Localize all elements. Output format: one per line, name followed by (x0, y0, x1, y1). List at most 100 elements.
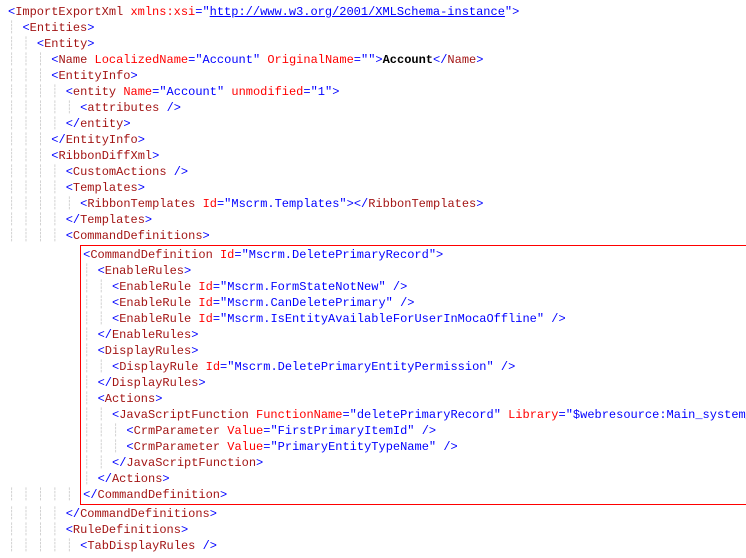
xml-attr-name: Value (227, 440, 263, 454)
xml-delim: < (98, 392, 105, 406)
code-line: ┊ </Actions> (83, 471, 746, 487)
indent-guides: ┊ ┊ ┊ (83, 424, 126, 438)
xml-tag: Entity (44, 37, 87, 51)
indent-guides: ┊ ┊ ┊ ┊ (8, 213, 66, 227)
code-line: ┊ ┊ <Entity> (8, 36, 738, 52)
xml-tag: JavaScriptFunction (126, 456, 256, 470)
xml-tag: entity (73, 85, 116, 99)
xml-delim: /> (174, 165, 188, 179)
xml-delim: =" (217, 197, 231, 211)
xml-delim: < (66, 165, 73, 179)
xml-delim: =" (559, 408, 573, 422)
xml-delim: > (203, 229, 210, 243)
code-line: ┊ ┊ ┊ ┊ <CommandDefinitions> (8, 228, 738, 244)
xml-tag: RuleDefinitions (73, 523, 181, 537)
xml-delim: </ (354, 197, 368, 211)
xml-delim: > (436, 248, 443, 262)
indent-guides: ┊ ┊ ┊ ┊ (8, 523, 66, 537)
xml-attr-name: Library (508, 408, 558, 422)
xml-delim: > (184, 264, 191, 278)
indent-guides: ┊ (83, 264, 97, 278)
xml-delim: =" (303, 85, 317, 99)
indent-guides: ┊ (83, 392, 97, 406)
xml-tag: Actions (112, 472, 162, 486)
xml-tag: EnableRules (105, 264, 184, 278)
xml-delim: =" (213, 312, 227, 326)
xml-delim: > (138, 133, 145, 147)
xml-tag: CrmParameter (134, 440, 220, 454)
xml-delim: > (210, 507, 217, 521)
code-line: ┊ ┊ ┊ ┊ ┊ <TabDisplayRules /> (8, 538, 738, 554)
xml-tag: RibbonTemplates (368, 197, 476, 211)
xml-tag: DisplayRules (112, 376, 198, 390)
code-line: ┊ ┊ </JavaScriptFunction> (83, 455, 746, 471)
xml-delim: </ (66, 117, 80, 131)
xml-attr-name: FunctionName (256, 408, 342, 422)
xml-plain (415, 424, 422, 438)
xml-delim: </ (98, 328, 112, 342)
xml-plain (159, 101, 166, 115)
xml-delim: < (66, 85, 73, 99)
xml-attr-value: Mscrm.FormStateNotNew (227, 280, 378, 294)
xml-tag: CommandDefinition (90, 248, 212, 262)
xml-plain (167, 165, 174, 179)
xml-delim: </ (83, 488, 97, 502)
xml-plain (501, 408, 508, 422)
xml-delim: < (66, 523, 73, 537)
code-line: ┊ <Entities> (8, 20, 738, 36)
xml-delim: < (66, 229, 73, 243)
xml-attr-value: Mscrm.DeletePrimaryRecord (249, 248, 429, 262)
xml-delim: > (181, 523, 188, 537)
xsi-namespace-link[interactable]: http://www.w3.org/2001/XMLSchema-instanc… (210, 5, 505, 19)
indent-guides: ┊ ┊ ┊ ┊ ┊ (8, 197, 80, 211)
xml-delim: > (347, 197, 354, 211)
xml-tag: EntityInfo (66, 133, 138, 147)
command-definition-highlight: <CommandDefinition Id="Mscrm.DeletePrima… (80, 245, 746, 505)
xml-delim: /> (203, 539, 217, 553)
xml-delim: < (22, 21, 29, 35)
code-line: ┊ ┊ <EnableRule Id="Mscrm.CanDeletePrima… (83, 295, 746, 311)
indent-guides: ┊ ┊ (83, 296, 112, 310)
xml-delim: </ (51, 133, 65, 147)
xml-delim: /> (551, 312, 565, 326)
code-line: ┊ ┊ <JavaScriptFunction FunctionName="de… (83, 407, 746, 423)
indent-guides: ┊ ┊ ┊ ┊ (8, 165, 66, 179)
code-line: ┊ ┊ ┊ ┊ <RuleDefinitions> (8, 522, 738, 538)
indent-guides: ┊ ┊ ┊ ┊ (8, 117, 66, 131)
xml-tag: CommandDefinition (98, 488, 220, 502)
xml-delim: " (537, 312, 544, 326)
code-line: ┊ ┊ <EnableRule Id="Mscrm.FormStateNotNe… (83, 279, 746, 295)
xml-tag: attributes (87, 101, 159, 115)
code-line: ┊ ┊ ┊ ┊ <Templates> (8, 180, 738, 196)
code-line: ┊ <DisplayRules> (83, 343, 746, 359)
xml-attr-name: Id (198, 312, 212, 326)
code-line: ┊ ┊ ┊ ┊ </CommandDefinitions> (8, 506, 738, 522)
xml-tag: Actions (105, 392, 155, 406)
xml-tag: EnableRule (119, 312, 191, 326)
xml-delim: /> (400, 296, 414, 310)
indent-guides: ┊ ┊ ┊ (8, 69, 51, 83)
xml-delim: =" (342, 408, 356, 422)
xml-delim: =" (213, 280, 227, 294)
code-line: ┊ ┊ <DisplayRule Id="Mscrm.DeletePrimary… (83, 359, 746, 375)
xml-delim: =" (213, 296, 227, 310)
xml-delim: =" (263, 440, 277, 454)
xml-tag: Templates (73, 181, 138, 195)
xml-tag: EnableRules (112, 328, 191, 342)
indent-guides: ┊ ┊ ┊ ┊ (8, 85, 66, 99)
xml-tag: Entities (30, 21, 88, 35)
xml-delim: > (152, 149, 159, 163)
xml-delim: < (98, 344, 105, 358)
xml-delim: /> (443, 440, 457, 454)
xml-delim: > (198, 376, 205, 390)
code-line: ┊ <EnableRules> (83, 263, 746, 279)
xml-plain (87, 53, 94, 67)
xml-delim: > (191, 328, 198, 342)
xml-plain (494, 360, 501, 374)
xml-delim: " (429, 248, 436, 262)
xml-delim: < (80, 539, 87, 553)
xml-attr-value: Account (203, 53, 253, 67)
indent-guides: ┊ ┊ ┊ ┊ ┊ (8, 488, 80, 502)
indent-guides: ┊ ┊ ┊ ┊ ┊ (8, 101, 80, 115)
xml-attr-name: xmlns:xsi (130, 5, 195, 19)
